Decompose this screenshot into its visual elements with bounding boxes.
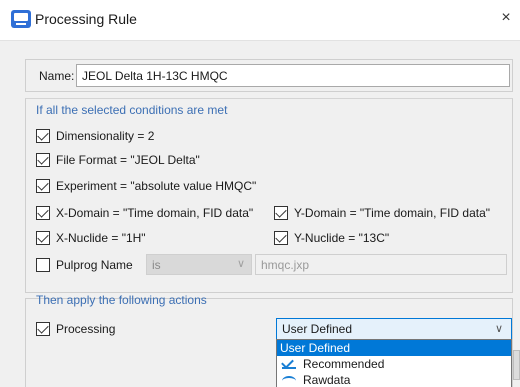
name-field[interactable]	[76, 64, 510, 87]
action-processing[interactable]: Processing	[36, 321, 115, 337]
pulprog-value-field: hmqc.jxp	[255, 254, 507, 275]
hidden-button-edge	[513, 350, 520, 380]
condition-y-domain[interactable]: Y-Domain = "Time domain, FID data"	[274, 205, 490, 221]
recommended-check-icon	[281, 356, 299, 372]
chevron-down-icon: ∨	[494, 323, 503, 335]
checkbox[interactable]	[36, 258, 50, 272]
checkbox[interactable]	[36, 231, 50, 245]
close-icon[interactable]: ×	[498, 8, 514, 28]
pulprog-operator-select: is ∨	[146, 254, 252, 275]
condition-experiment[interactable]: Experiment = "absolute value HMQC"	[36, 178, 256, 194]
option-rawdata[interactable]: Rawdata	[277, 372, 511, 387]
chevron-down-icon: ∨	[236, 258, 245, 270]
checkbox[interactable]	[36, 153, 50, 167]
condition-y-nuclide[interactable]: Y-Nuclide = "13C"	[274, 230, 389, 246]
checkbox[interactable]	[36, 322, 50, 336]
processing-select[interactable]: User Defined ∨	[276, 318, 512, 340]
app-window-icon	[11, 10, 31, 28]
title-bar: Processing Rule ×	[0, 0, 520, 40]
condition-pulprog[interactable]: Pulprog Name	[36, 257, 133, 273]
option-recommended[interactable]: Recommended	[277, 356, 511, 372]
checkbox[interactable]	[36, 206, 50, 220]
condition-x-domain[interactable]: X-Domain = "Time domain, FID data"	[36, 205, 253, 221]
condition-x-nuclide[interactable]: X-Nuclide = "1H"	[36, 230, 146, 246]
window-title: Processing Rule	[35, 11, 137, 27]
condition-dimensionality[interactable]: Dimensionality = 2	[36, 128, 154, 144]
checkbox[interactable]	[274, 206, 288, 220]
rawdata-wave-icon	[281, 372, 299, 387]
processing-options-list: User Defined Recommended Rawdata	[276, 339, 512, 387]
actions-heading: Then apply the following actions	[36, 293, 207, 307]
condition-file-format[interactable]: File Format = "JEOL Delta"	[36, 152, 200, 168]
option-user-defined[interactable]: User Defined	[277, 340, 511, 356]
name-label: Name:	[39, 69, 75, 83]
checkbox[interactable]	[274, 231, 288, 245]
checkbox[interactable]	[36, 179, 50, 193]
name-panel: Name:	[25, 59, 513, 92]
conditions-heading: If all the selected conditions are met	[36, 103, 228, 117]
checkbox[interactable]	[36, 129, 50, 143]
